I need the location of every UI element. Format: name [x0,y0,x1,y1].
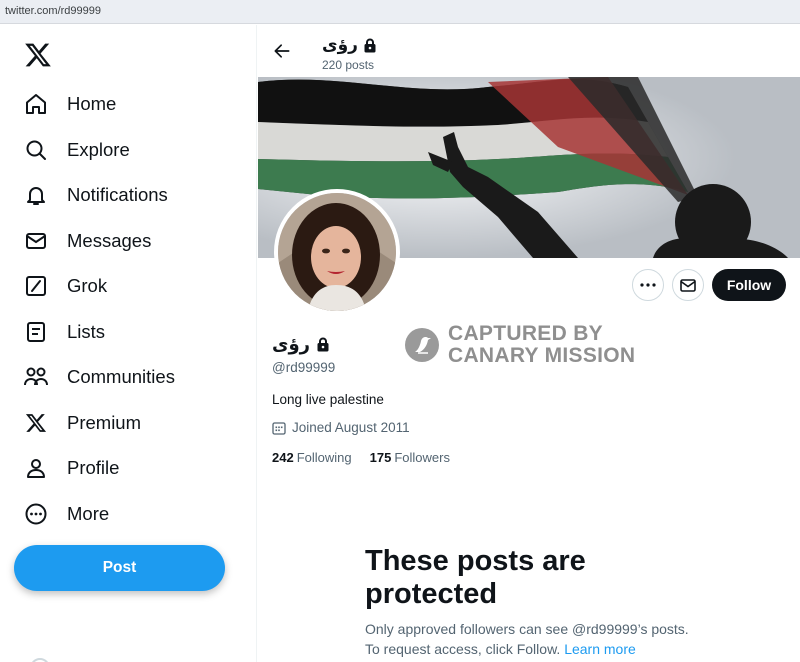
nav-more[interactable]: More [22,499,109,529]
protected-text-line-2: To request access, click Follow. [365,641,561,657]
profile-header-bar: رؤى 220 posts [258,25,800,77]
profile-avatar[interactable] [274,189,400,315]
display-name-text: رؤى [272,334,311,354]
learn-more-link[interactable]: Learn more [564,641,636,657]
nav-premium[interactable]: Premium [22,408,141,438]
nav-more-label: More [67,503,110,524]
profile-joined-date: Joined August 2011 [272,420,410,435]
message-button[interactable] [672,269,704,301]
profile-bio: Long live palestine [272,392,384,407]
back-arrow-icon[interactable] [272,41,292,61]
more-options-button[interactable] [632,269,664,301]
nav-explore[interactable]: Explore [22,135,130,165]
url-text: twitter.com/rd99999 [5,5,101,17]
nav-explore-label: Explore [67,139,130,160]
x-logo-icon [22,409,50,437]
bell-icon [22,181,50,209]
protected-posts-text: Only approved followers can see @rd99999… [365,619,725,659]
account-avatar[interactable] [30,658,50,662]
following-count: 242 [272,450,294,465]
following-label: Following [296,450,352,465]
nav-notifications[interactable]: Notifications [22,180,168,210]
watermark-line-1: CAPTURED BY [448,322,603,345]
nav-communities-label: Communities [67,366,175,387]
following-link[interactable]: 242 Following [272,450,352,465]
home-icon [22,90,50,118]
nav-grok[interactable]: Grok [22,271,107,301]
lock-icon [317,337,329,352]
lock-icon [364,38,376,52]
followers-count: 175 [369,450,392,465]
follow-button[interactable]: Follow [712,269,786,301]
canary-mission-watermark: CAPTURED BY CANARY MISSION [404,323,635,367]
more-dots-icon [640,283,656,287]
search-icon [22,136,50,164]
profile-stats: 242 Following 175 Followers [272,450,450,465]
followers-label: Followers [394,450,450,465]
header-name-text: رؤى [322,35,358,54]
grok-icon [22,272,50,300]
envelope-icon [22,227,50,255]
nav-communities[interactable]: Communities [22,362,175,392]
sidebar: Home Explore Notifications Messages Grok… [0,25,257,662]
nav-messages-label: Messages [67,230,152,251]
header-name: رؤى [322,35,377,55]
watermark-line-2: CANARY MISSION [448,344,636,367]
nav-profile-label: Profile [67,457,120,478]
protected-posts-title: These posts are protected [365,545,586,610]
nav-home-label: Home [67,93,117,114]
browser-url-bar[interactable]: twitter.com/rd99999 [0,0,800,24]
people-icon [22,363,50,391]
envelope-icon [680,278,696,292]
more-circle-icon [22,500,50,528]
nav-premium-label: Premium [67,412,142,433]
list-icon [22,318,50,346]
person-icon [22,454,50,482]
nav-notifications-label: Notifications [67,184,168,205]
profile-display-name: رؤى [272,334,330,355]
x-logo-icon[interactable] [24,41,52,69]
profile-column: رؤى 220 posts Follow CAPTURED BY CANARY … [258,25,800,662]
canary-logo-icon [405,328,439,362]
nav-lists[interactable]: Lists [22,317,105,347]
nav-grok-label: Grok [67,275,108,296]
nav-messages[interactable]: Messages [22,226,151,256]
nav-home[interactable]: Home [22,89,116,119]
avatar-photo [278,193,396,311]
followers-link[interactable]: 175 Followers [370,450,450,465]
joined-text: Joined August 2011 [292,420,410,435]
protected-text-line-1: Only approved followers can see @rd99999… [365,621,689,637]
nav-profile[interactable]: Profile [22,453,119,483]
header-post-count: 220 posts [322,58,375,72]
post-button[interactable]: Post [14,545,225,591]
nav-lists-label: Lists [67,321,106,342]
calendar-icon [272,421,286,435]
profile-handle: @rd99999 [272,360,336,375]
